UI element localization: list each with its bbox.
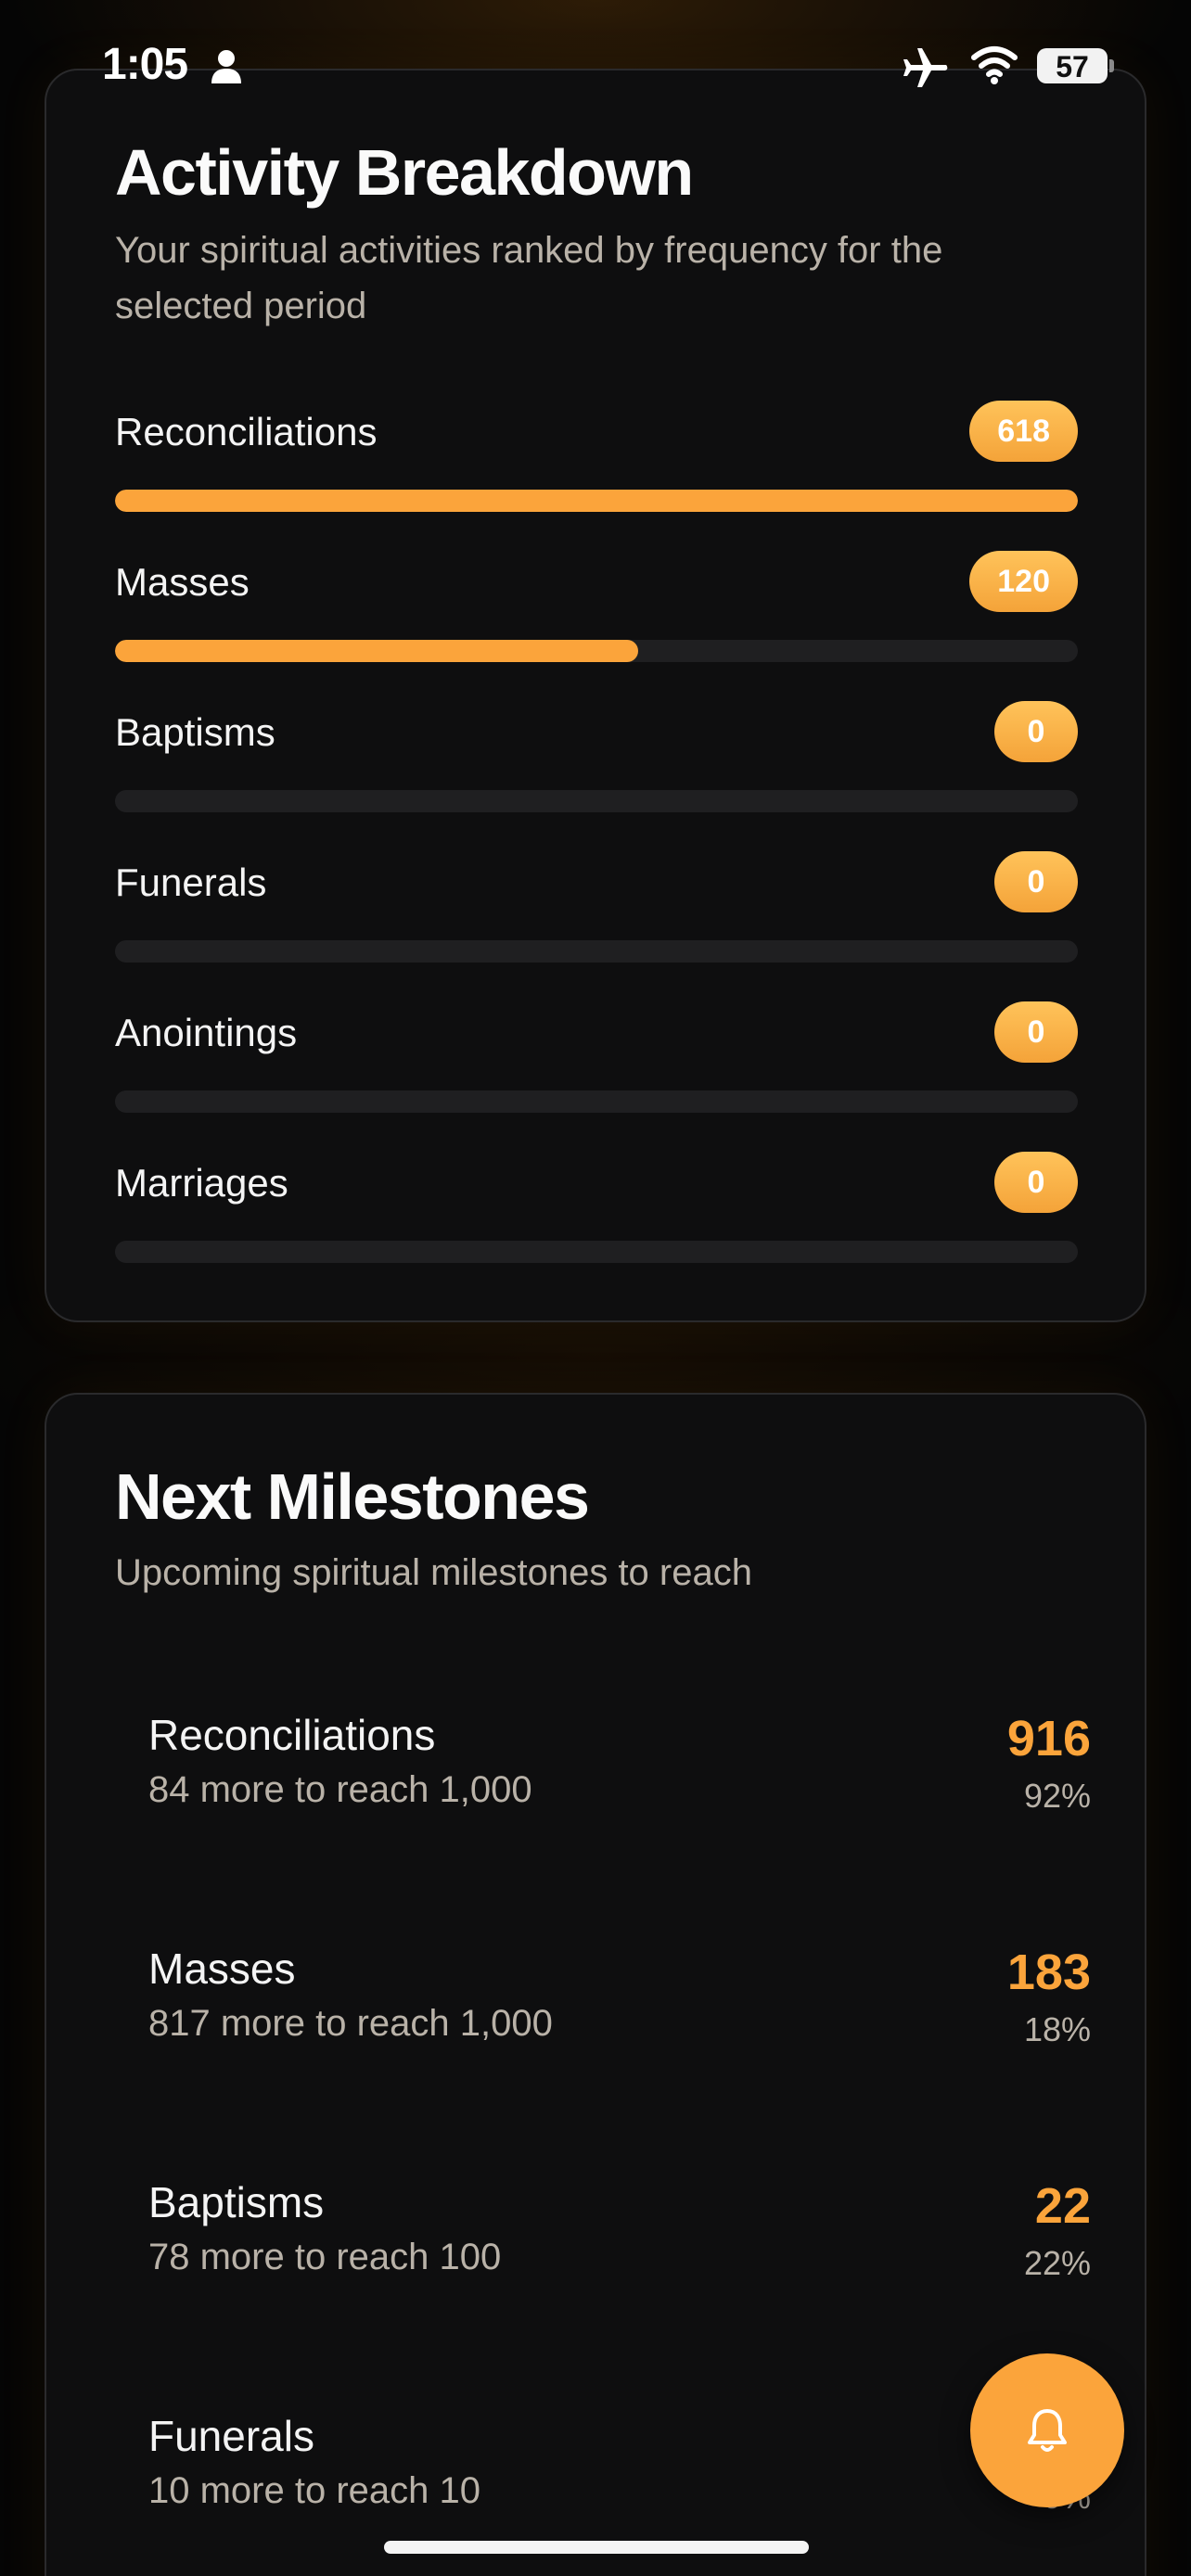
count-badge: 618 [969,401,1078,462]
milestone-remaining: 817 more to reach 1,000 [148,2003,553,2044]
milestone-value: 183 [1006,1945,1091,2000]
count-badge: 120 [969,551,1078,612]
milestone-percent: 18% [1023,2010,1091,2048]
milestone-row-reconciliations: Reconciliations 84 more to reach 1,000 9… [148,1710,1091,1858]
notifications-fab-button[interactable] [970,2353,1124,2507]
airplane-mode-icon [903,48,948,87]
milestones-title: Next Milestones [115,1460,590,1533]
milestones-subtitle: Upcoming spiritual milestones to reach [115,1552,752,1593]
progress-track [115,1241,1078,1263]
person-icon [211,50,241,83]
milestone-remaining: 10 more to reach 10 [148,2470,480,2511]
progress-track [115,640,1078,662]
progress-fill [115,640,638,662]
activity-label: Marriages [115,1161,288,1205]
milestone-row-masses: Masses 817 more to reach 1,000 183 18% [148,1944,1091,2092]
activity-row-baptisms: Baptisms 0 [115,701,1078,818]
activity-breakdown-card: Activity Breakdown Your spiritual activi… [45,69,1146,1322]
milestone-remaining: 84 more to reach 1,000 [148,1769,532,1810]
activity-subtitle: Your spiritual activities ranked by freq… [115,230,943,326]
activity-label: Anointings [115,1011,298,1054]
status-time: 1:05 [102,40,188,89]
wifi-icon [971,46,1018,84]
battery-tip [1109,59,1114,72]
battery-level: 57 [1056,50,1089,83]
activity-label: Funerals [115,861,267,904]
status-bar: 1:05 57 [0,0,1191,139]
activity-row-masses: Masses 120 [115,551,1078,668]
milestone-label: Masses [148,1945,296,1993]
activity-label: Reconciliations [115,410,378,453]
milestone-remaining: 78 more to reach 100 [148,2237,502,2277]
count-badge: 0 [994,1001,1078,1063]
activity-row-anointings: Anointings 0 [115,1001,1078,1118]
milestone-label: Baptisms [148,2178,325,2226]
milestone-row-funerals: Funerals 10 more to reach 10 0 0% [148,2411,1091,2559]
milestone-percent: 92% [1023,1777,1091,1815]
battery-indicator: 57 [1037,48,1108,83]
milestone-row-baptisms: Baptisms 78 more to reach 100 22 22% [148,2177,1091,2326]
count-badge: 0 [994,1152,1078,1213]
milestone-label: Reconciliations [148,1711,436,1759]
activity-row-marriages: Marriages 0 [115,1152,1078,1269]
home-indicator[interactable] [384,2541,809,2554]
activity-label: Baptisms [115,710,275,754]
activity-row-funerals: Funerals 0 [115,851,1078,968]
milestone-value: 22 [1034,2178,1091,2234]
progress-track [115,940,1078,963]
count-badge: 0 [994,701,1078,762]
count-badge: 0 [994,851,1078,912]
progress-fill [115,490,1078,512]
progress-track [115,790,1078,812]
activity-label: Masses [115,560,250,604]
bell-icon [1028,2409,1067,2452]
milestone-value: 916 [1006,1711,1091,1766]
milestone-percent: 22% [1023,2244,1091,2282]
progress-track [115,490,1078,512]
progress-track [115,1090,1078,1113]
activity-row-reconciliations: Reconciliations 618 [115,401,1078,517]
milestone-label: Funerals [148,2412,314,2460]
activity-title: Activity Breakdown [115,136,694,209]
